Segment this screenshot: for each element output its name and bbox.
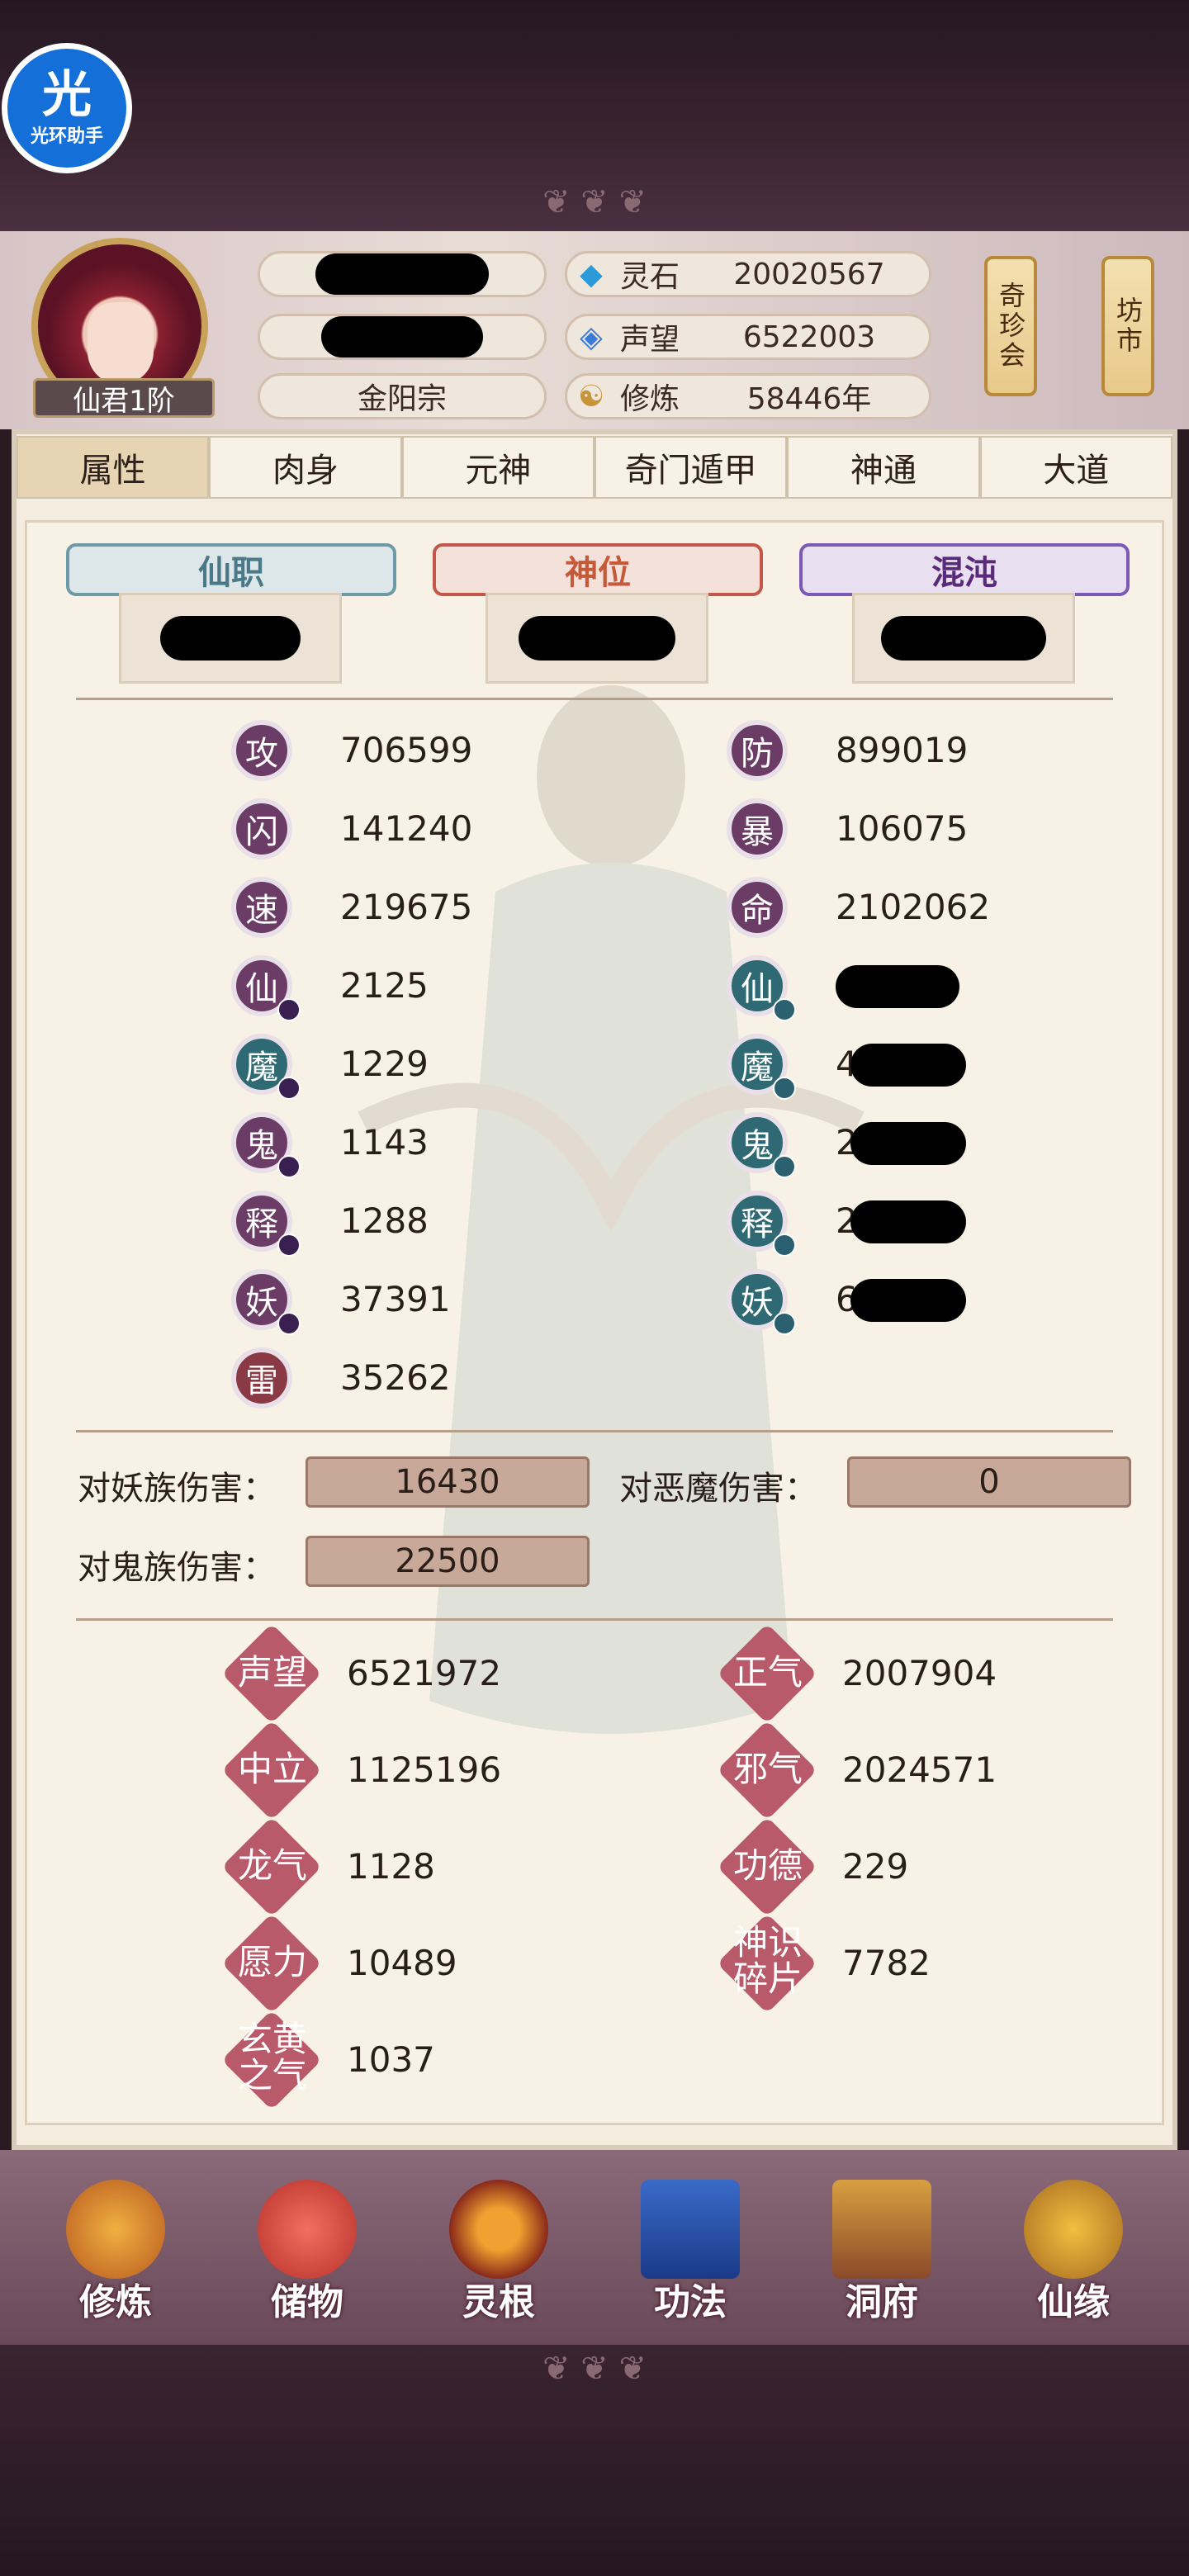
tab-bar: 属性 肉身 元神 奇门遁甲 神通 大道	[17, 436, 1172, 499]
nav-storage[interactable]: 储物	[225, 2180, 390, 2345]
rep-evil: 邪气 2024571	[717, 1720, 1139, 1821]
xianzhi-value	[119, 593, 342, 684]
bottom-ornament: ❦ ❦ ❦	[542, 2350, 647, 2388]
storage-bag-icon	[258, 2180, 357, 2279]
rep-merit: 功德 229	[717, 1816, 1139, 1917]
rep-vow-power: 愿力 10489	[221, 1913, 694, 2014]
cave-palace-icon	[832, 2180, 931, 2279]
technique-book-icon	[641, 2180, 740, 2279]
soul-fragments-label: 神识碎片	[732, 1922, 803, 1999]
shenwei-value	[486, 593, 708, 684]
rep-soul-fragments: 神识碎片 7782	[717, 1913, 1139, 2014]
defense-icon: 防	[727, 720, 788, 781]
vs-emo-value: 0	[847, 1456, 1131, 1508]
player-name-box	[258, 251, 547, 297]
nav-cultivate[interactable]: 修炼	[33, 2180, 198, 2345]
shenwei-title: 神位	[433, 543, 763, 596]
rep-neutral: 中立 1125196	[221, 1720, 694, 1821]
neutral-label: 中立	[237, 1749, 307, 1789]
badge-logo: 光	[42, 66, 92, 124]
hundun-value	[852, 593, 1075, 684]
spirit-root-icon	[449, 2180, 548, 2279]
nav-spirit-root[interactable]: 灵根	[416, 2180, 581, 2345]
rank-plate: 仙君1阶	[33, 378, 215, 418]
rep-righteous: 正气 2007904	[717, 1623, 1139, 1724]
nav-fate[interactable]: 仙缘	[991, 2180, 1156, 2345]
tab-divine-powers[interactable]: 神通	[787, 436, 980, 499]
rare-shop-button[interactable]: 奇珍会	[984, 256, 1037, 396]
vs-yao-label: 对妖族伤害：	[78, 1470, 276, 1508]
rep-dragon-qi: 龙气 1128	[221, 1816, 694, 1917]
crit-icon: 暴	[727, 798, 788, 859]
resource-cultivation: ☯ 修炼 58446年	[565, 373, 931, 419]
resource-reputation: ◈ 声望 6522003	[565, 314, 931, 360]
tab-spirit[interactable]: 元神	[401, 436, 594, 499]
prestige-label: 声望	[237, 1652, 307, 1693]
nav-cave[interactable]: 洞府	[799, 2180, 964, 2345]
evil-label: 邪气	[732, 1749, 803, 1789]
reputation-crystal-icon: ◈	[580, 320, 603, 354]
xuanhuang-qi-label: 玄黄之气	[237, 2019, 307, 2095]
badge-label: 光环助手	[30, 126, 103, 147]
top-ornament: ❦ ❦ ❦	[542, 183, 647, 221]
speed-icon: 速	[231, 877, 292, 938]
vow-power-label: 愿力	[237, 1942, 307, 1982]
righteous-label: 正气	[732, 1652, 803, 1693]
market-button[interactable]: 坊市	[1101, 256, 1154, 396]
vs-yao-value: 16430	[306, 1456, 590, 1508]
helper-badge[interactable]: 光 光环助手	[2, 43, 132, 173]
spirit-stone-icon: ◆	[580, 257, 603, 291]
vs-gui-label: 对鬼族伤害：	[78, 1549, 276, 1587]
attack-icon: 攻	[231, 720, 292, 781]
hundun-title: 混沌	[799, 543, 1130, 596]
gourd-icon	[1024, 2180, 1123, 2279]
thunder-icon: 雷	[231, 1347, 292, 1409]
resource-spirit-stone: ◆ 灵石 20020567	[565, 251, 931, 297]
rep-xuanhuang-qi: 玄黄之气 1037	[221, 2010, 694, 2110]
dodge-icon: 闪	[231, 798, 292, 859]
rep-prestige: 声望 6521972	[221, 1623, 694, 1724]
hp-icon: 命	[727, 877, 788, 938]
tab-body[interactable]: 肉身	[209, 436, 402, 499]
merit-label: 功德	[732, 1845, 803, 1886]
cultivation-icon: ☯	[577, 379, 605, 414]
vs-emo-label: 对恶魔伤害：	[619, 1470, 817, 1508]
player-title-box	[258, 314, 547, 360]
cultivate-icon	[66, 2180, 165, 2279]
nav-techniques[interactable]: 功法	[608, 2180, 773, 2345]
tab-great-dao[interactable]: 大道	[979, 436, 1172, 499]
divider	[76, 1430, 1113, 1432]
xianzhi-title: 仙职	[66, 543, 396, 596]
tab-qimen[interactable]: 奇门遁甲	[594, 436, 788, 499]
tab-attributes[interactable]: 属性	[17, 436, 210, 499]
vs-gui-value: 22500	[306, 1536, 590, 1587]
divider	[76, 698, 1113, 700]
dragon-qi-label: 龙气	[237, 1845, 307, 1886]
divider	[76, 1618, 1113, 1621]
sect-box: 金阳宗	[258, 373, 547, 419]
